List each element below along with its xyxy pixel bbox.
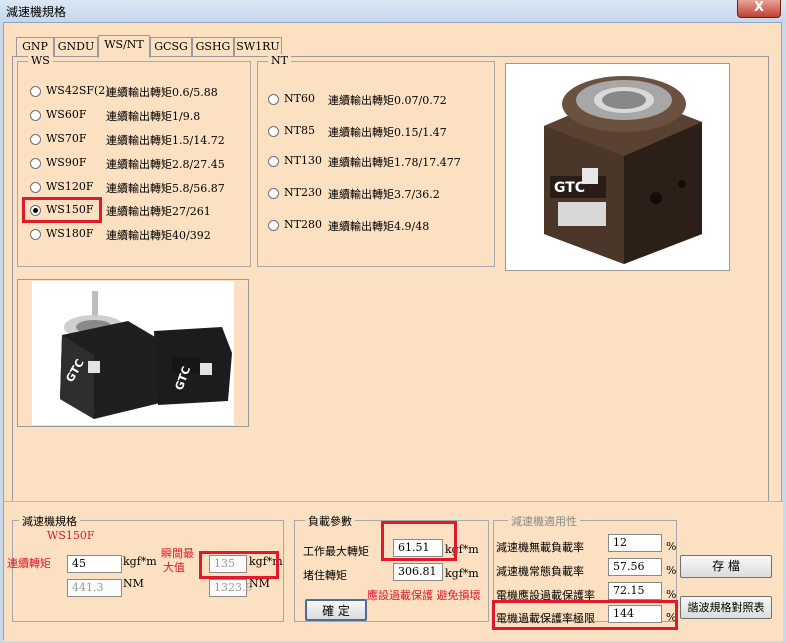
- suitability-group-title: 減速機適用性: [508, 513, 580, 529]
- ws-desc: 連續輸出轉矩2.8/27.45: [106, 158, 225, 171]
- ws-desc: 連續輸出轉矩40/392: [106, 229, 211, 242]
- suit-row-label: 減速機常態負載率: [496, 565, 584, 578]
- ws-model-label[interactable]: WS180F: [46, 227, 93, 240]
- radio-ws90f[interactable]: [30, 158, 41, 169]
- spec-group: 減速機規格 WS150F 連續轉矩 45 kgf*m 441.3 NM 瞬間最 …: [7, 513, 284, 622]
- nt-group-title: NT: [268, 54, 291, 67]
- highlight-frame: [199, 551, 279, 579]
- percent-unit: %: [666, 564, 677, 577]
- ws-desc: 連續輸出轉矩0.6/5.88: [106, 86, 218, 99]
- bottom-panel: 減速機規格 WS150F 連續轉矩 45 kgf*m 441.3 NM 瞬間最 …: [4, 501, 783, 641]
- protection-rate-field[interactable]: 72.15: [608, 582, 662, 600]
- normal-load-rate-field[interactable]: 57.56: [608, 558, 662, 576]
- radio-nt130[interactable]: [268, 156, 279, 167]
- radio-nt280[interactable]: [268, 220, 279, 231]
- radio-ws70f[interactable]: [30, 134, 41, 145]
- ws-desc: 連續輸出轉矩27/261: [106, 205, 211, 218]
- selected-model: WS150F: [47, 529, 95, 542]
- radio-ws42sf2[interactable]: [30, 86, 41, 97]
- radio-ws60f[interactable]: [30, 110, 41, 121]
- ws-product-image-frame: GTC GTC: [17, 279, 249, 427]
- cont-torque-kgf-field[interactable]: 45: [67, 555, 122, 573]
- tab-panel: WS WS42SF(2) 連續輸出轉矩0.6/5.88 WS60F 連續輸出轉矩…: [12, 54, 769, 516]
- ws-model-label[interactable]: WS42SF(2): [46, 84, 110, 97]
- tab-gshg[interactable]: GSHG: [192, 37, 234, 57]
- tab-gcsg[interactable]: GCSG: [150, 37, 192, 57]
- stall-label: 堵住轉矩: [303, 569, 347, 582]
- nt-model-label[interactable]: NT60: [284, 92, 315, 105]
- max-torque-label: 工作最大轉矩: [303, 545, 369, 558]
- suitability-group: 減速機適用性 減速機無載負載率 12 % 減速機常態負載率 57.56 % 電機…: [492, 513, 678, 630]
- radio-ws180f[interactable]: [30, 229, 41, 240]
- ws-group-title: WS: [28, 54, 53, 67]
- nt-desc: 連續輸出轉矩1.78/17.477: [328, 156, 461, 169]
- stall-field[interactable]: 306.81: [393, 563, 443, 581]
- confirm-button[interactable]: 確 定: [305, 599, 367, 621]
- nt-desc: 連續輸出轉矩4.9/48: [328, 220, 430, 233]
- peak-label-line2: 大值: [163, 561, 185, 574]
- harmonic-spec-table-button[interactable]: 諧波規格對照表: [680, 596, 772, 619]
- save-button[interactable]: 存 檔: [680, 555, 772, 578]
- nt-group: NT NT60 連續輸出轉矩0.07/0.72 NT85 連續輸出轉矩0.15/…: [257, 54, 495, 267]
- close-button[interactable]: X: [737, 0, 781, 18]
- ws-desc: 連續輸出轉矩5.8/56.87: [106, 182, 225, 195]
- gtc-logo: GTC: [554, 180, 585, 196]
- unit-kgf: kgf*m: [123, 555, 157, 568]
- nt-desc: 連續輸出轉矩0.15/1.47: [328, 126, 447, 139]
- load-group-title: 負載參數: [305, 513, 355, 529]
- spec-group-title: 減速機規格: [19, 513, 80, 529]
- load-unit: kgf*m: [445, 567, 479, 580]
- nt-desc: 連續輸出轉矩3.7/36.2: [328, 188, 440, 201]
- ws-model-label[interactable]: WS70F: [46, 132, 86, 145]
- suit-row-label: 減速機無載負載率: [496, 541, 584, 554]
- load-group: 負載參數 工作最大轉矩 61.51 kgf*m 堵住轉矩 306.81 kgf*…: [294, 513, 489, 622]
- unit-nm: NM: [123, 577, 144, 590]
- nt-desc: 連續輸出轉矩0.07/0.72: [328, 94, 447, 107]
- ws-desc: 連續輸出轉矩1.5/14.72: [106, 134, 225, 147]
- gearbox-illustration: GTC GTC: [32, 281, 234, 425]
- ws-model-label[interactable]: WS90F: [46, 156, 86, 169]
- rotary-actuator-illustration: GTC: [506, 64, 729, 270]
- ws-model-label[interactable]: WS60F: [46, 108, 86, 121]
- overload-warning: 應設過載保護 避免損壞: [367, 589, 481, 602]
- unit-nm: NM: [249, 577, 270, 590]
- no-load-rate-field[interactable]: 12: [608, 534, 662, 552]
- peak-nm-field: 1323.9: [209, 579, 253, 597]
- radio-ws120f[interactable]: [30, 182, 41, 193]
- highlight-frame: [22, 197, 102, 223]
- ws-desc: 連續輸出轉矩1/9.8: [106, 110, 201, 123]
- cont-torque-nm-field: 441.3: [67, 579, 122, 597]
- radio-nt230[interactable]: [268, 188, 279, 199]
- nt-model-label[interactable]: NT130: [284, 154, 322, 167]
- window-client: GNP GNDU WS/NT GCSG GSHG SW1RU WS WS42SF…: [3, 22, 783, 641]
- highlight-frame: [492, 600, 678, 630]
- nt-model-label[interactable]: NT230: [284, 186, 322, 199]
- tab-gndu[interactable]: GNDU: [54, 37, 98, 57]
- ws-group: WS WS42SF(2) 連續輸出轉矩0.6/5.88 WS60F 連續輸出轉矩…: [17, 54, 251, 267]
- window-title: 減速機規格: [6, 5, 67, 19]
- radio-nt60[interactable]: [268, 94, 279, 105]
- tab-ws-nt[interactable]: WS/NT: [98, 35, 150, 58]
- highlight-frame: [381, 521, 457, 561]
- percent-unit: %: [666, 540, 677, 553]
- ws-model-label[interactable]: WS120F: [46, 180, 93, 193]
- nt-model-label[interactable]: NT280: [284, 218, 322, 231]
- nt-model-label[interactable]: NT85: [284, 124, 315, 137]
- radio-nt85[interactable]: [268, 126, 279, 137]
- title-bar: 減速機規格 X: [0, 0, 786, 22]
- nt-product-image: GTC: [505, 63, 730, 271]
- cont-torque-label: 連續轉矩: [7, 557, 51, 570]
